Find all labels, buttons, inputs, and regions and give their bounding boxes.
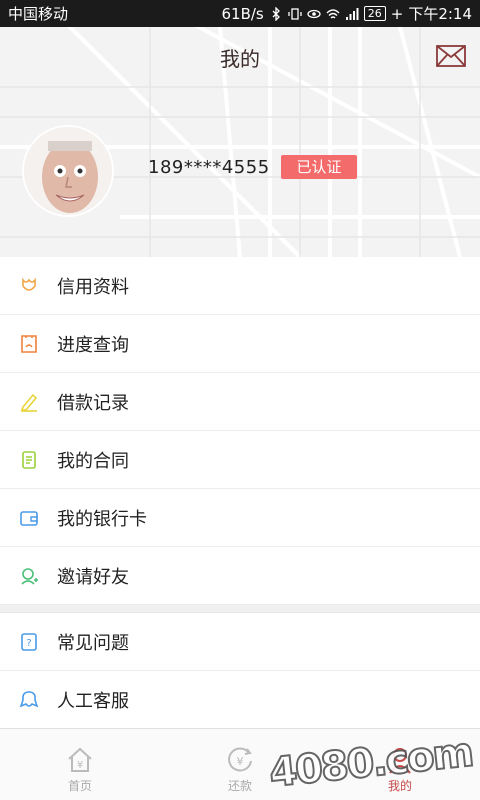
phone-number: 189****4555	[148, 157, 270, 178]
battery-indicator: 26	[363, 6, 386, 21]
avatar-face-image	[24, 127, 112, 215]
menu-item-progress-query[interactable]: 进度查询	[0, 315, 480, 373]
menu-item-invite-friends[interactable]: 邀请好友	[0, 547, 480, 605]
svg-text:?: ?	[26, 638, 31, 649]
menu-item-loan-records[interactable]: 借款记录	[0, 373, 480, 431]
add-friend-icon	[18, 565, 40, 587]
menu-list: 信用资料 进度查询 借款记录 我的合同 我的银行卡 邀请好友 ? 常见问题 人工…	[0, 257, 480, 729]
tulip-icon	[18, 275, 40, 297]
profile-header: 我的 189****4555 已认证	[0, 27, 480, 257]
menu-item-my-bank-cards[interactable]: 我的银行卡	[0, 489, 480, 547]
menu-item-faq[interactable]: ? 常见问题	[0, 613, 480, 671]
menu-item-credit-info[interactable]: 信用资料	[0, 257, 480, 315]
menu-label: 常见问题	[57, 632, 129, 654]
clock: 下午2:14	[408, 5, 472, 23]
mail-icon[interactable]	[436, 45, 466, 67]
menu-label: 人工客服	[57, 690, 129, 712]
ticket-icon	[18, 333, 40, 355]
carrier-label: 中国移动	[8, 5, 69, 23]
home-icon: ¥	[68, 747, 92, 772]
tab-home[interactable]: ¥ 首页	[0, 729, 160, 800]
signal-icon	[345, 7, 359, 20]
wallet-icon	[18, 507, 40, 529]
question-icon: ?	[18, 631, 40, 653]
menu-label: 我的合同	[57, 450, 129, 472]
menu-label: 信用资料	[57, 276, 129, 298]
menu-item-my-contracts[interactable]: 我的合同	[0, 431, 480, 489]
status-icons: 61B/s 26 + 下午2:14	[221, 3, 472, 24]
bluetooth-icon	[272, 6, 280, 21]
section-divider	[0, 605, 480, 613]
vibrate-icon	[288, 7, 302, 20]
tab-label: 还款	[227, 779, 252, 793]
page-title: 我的	[220, 47, 260, 71]
eye-icon	[307, 9, 321, 18]
chat-bubble-icon	[18, 689, 40, 711]
verified-badge: 已认证	[281, 155, 357, 179]
yuan-icon: ¥	[228, 747, 252, 772]
menu-label: 邀请好友	[57, 566, 129, 588]
tab-label: 首页	[67, 779, 92, 793]
network-speed: 61B/s	[221, 4, 264, 23]
avatar[interactable]	[22, 125, 114, 217]
pencil-icon	[18, 391, 40, 413]
svg-text:¥: ¥	[237, 755, 244, 768]
status-bar: 中国移动 61B/s 26 + 下午2:14	[0, 0, 480, 27]
menu-label: 借款记录	[57, 392, 129, 414]
charging-icon: +	[390, 4, 404, 23]
menu-label: 我的银行卡	[57, 508, 147, 530]
wifi-icon	[326, 8, 340, 18]
menu-item-customer-service[interactable]: 人工客服	[0, 671, 480, 729]
menu-label: 进度查询	[57, 334, 129, 356]
svg-text:¥: ¥	[77, 760, 83, 771]
document-icon	[18, 449, 40, 471]
